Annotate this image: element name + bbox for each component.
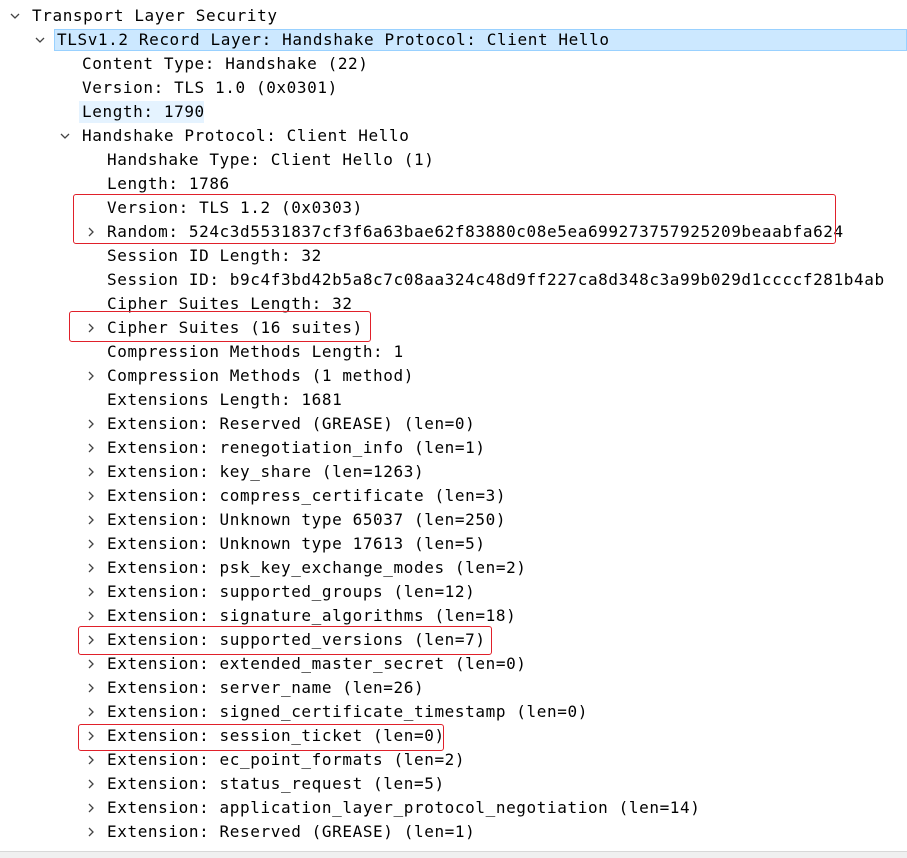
chevron-right-icon[interactable] — [84, 460, 98, 484]
tree-row-handshake-protocol[interactable]: Handshake Protocol: Client Hello — [0, 124, 907, 148]
tree-row-handshake-field[interactable]: Extension: session_ticket (len=0) — [0, 724, 907, 748]
tree-label: Extension: renegotiation_info (len=1) — [107, 438, 486, 457]
tree-row-tls[interactable]: Transport Layer Security — [0, 4, 907, 28]
tree-row-handshake-field[interactable]: Extension: server_name (len=26) — [0, 676, 907, 700]
tree-label: Extension: extended_master_secret (len=0… — [107, 654, 527, 673]
chevron-right-icon[interactable] — [84, 316, 98, 340]
chevron-right-icon[interactable] — [84, 700, 98, 724]
tree-row-handshake-field[interactable]: Extension: Unknown type 17613 (len=5) — [0, 532, 907, 556]
tree-label: Compression Methods (1 method) — [107, 366, 414, 385]
tree-row-handshake-field[interactable]: Extension: Reserved (GREASE) (len=0) — [0, 412, 907, 436]
tree-label: Session ID Length: 32 — [107, 246, 322, 265]
tree-row-handshake-field[interactable]: Length: 1786 — [0, 172, 907, 196]
tree-row-handshake-field[interactable]: Extension: supported_groups (len=12) — [0, 580, 907, 604]
tree-row-handshake-field[interactable]: Extension: signature_algorithms (len=18) — [0, 604, 907, 628]
tree-row-handshake-field[interactable]: Extension: application_layer_protocol_ne… — [0, 796, 907, 820]
chevron-right-icon[interactable] — [84, 580, 98, 604]
chevron-down-icon[interactable] — [33, 28, 47, 52]
tree-row-handshake-field[interactable]: Extension: renegotiation_info (len=1) — [0, 436, 907, 460]
tree-row-handshake-field[interactable]: Extension: key_share (len=1263) — [0, 460, 907, 484]
tree-label: Extension: signed_certificate_timestamp … — [107, 702, 588, 721]
tree-row-handshake-field[interactable]: Session ID: b9c4f3bd42b5a8c7c08aa324c48d… — [0, 268, 907, 292]
tree-row-handshake-field[interactable]: Extension: compress_certificate (len=3) — [0, 484, 907, 508]
tree-label: Length: 1790 — [82, 102, 205, 121]
chevron-right-icon[interactable] — [84, 508, 98, 532]
tree-label: Extension: server_name (len=26) — [107, 678, 425, 697]
tree-row-record-layer[interactable]: TLSv1.2 Record Layer: Handshake Protocol… — [0, 28, 907, 52]
chevron-right-icon[interactable] — [84, 532, 98, 556]
tree-row-handshake-field[interactable]: Compression Methods Length: 1 — [0, 340, 907, 364]
chevron-right-icon[interactable] — [84, 364, 98, 388]
tree-label: Extension: ec_point_formats (len=2) — [107, 750, 466, 769]
tree-label: Extension: Reserved (GREASE) (len=0) — [107, 414, 476, 433]
tree-row-handshake-field[interactable]: Extension: status_request (len=5) — [0, 772, 907, 796]
tree-row-handshake-field[interactable]: Extension: Unknown type 65037 (len=250) — [0, 508, 907, 532]
chevron-right-icon[interactable] — [84, 820, 98, 844]
tree-row-handshake-field[interactable]: Extensions Length: 1681 — [0, 388, 907, 412]
tree-label: Cipher Suites Length: 32 — [107, 294, 353, 313]
tree-label: TLSv1.2 Record Layer: Handshake Protocol… — [57, 30, 610, 49]
chevron-right-icon[interactable] — [84, 796, 98, 820]
chevron-right-icon[interactable] — [84, 772, 98, 796]
tree-row-handshake-field[interactable]: Extension: extended_master_secret (len=0… — [0, 652, 907, 676]
tree-label: Extension: session_ticket (len=0) — [107, 726, 445, 745]
tree-label: Extension: Reserved (GREASE) (len=1) — [107, 822, 476, 841]
tree-label: Transport Layer Security — [32, 6, 278, 25]
chevron-right-icon[interactable] — [84, 748, 98, 772]
tree-row-handshake-field[interactable]: Cipher Suites (16 suites) — [0, 316, 907, 340]
tree-label: Handshake Type: Client Hello (1) — [107, 150, 435, 169]
chevron-right-icon[interactable] — [84, 436, 98, 460]
tree-label: Extension: supported_groups (len=12) — [107, 582, 476, 601]
tree-label: Compression Methods Length: 1 — [107, 342, 404, 361]
chevron-right-icon[interactable] — [84, 652, 98, 676]
chevron-right-icon[interactable] — [84, 628, 98, 652]
clipped-previous-row — [0, 0, 907, 2]
tree-label: Extension: status_request (len=5) — [107, 774, 445, 793]
tree-row-record-version[interactable]: Version: TLS 1.0 (0x0301) — [0, 76, 907, 100]
tree-label: Random: 524c3d5531837cf3f6a63bae62f83880… — [107, 222, 844, 241]
tree-row-handshake-field[interactable]: Handshake Type: Client Hello (1) — [0, 148, 907, 172]
tree-row-handshake-field[interactable]: Extension: psk_key_exchange_modes (len=2… — [0, 556, 907, 580]
tree-row-handshake-field[interactable]: Extension: ec_point_formats (len=2) — [0, 748, 907, 772]
tree-label: Content Type: Handshake (22) — [82, 54, 369, 73]
chevron-down-icon[interactable] — [8, 4, 22, 28]
tree-row-handshake-field[interactable]: Extension: signed_certificate_timestamp … — [0, 700, 907, 724]
tree-label: Version: TLS 1.2 (0x0303) — [107, 198, 363, 217]
tree-label: Cipher Suites (16 suites) — [107, 318, 363, 337]
chevron-down-icon[interactable] — [58, 124, 72, 148]
tree-row-handshake-field[interactable]: Cipher Suites Length: 32 — [0, 292, 907, 316]
tree-label: Extension: compress_certificate (len=3) — [107, 486, 507, 505]
tree-label: Extension: application_layer_protocol_ne… — [107, 798, 701, 817]
tree-label: Length: 1786 — [107, 174, 230, 193]
tree-row-handshake-field[interactable]: Extension: Reserved (GREASE) (len=1) — [0, 820, 907, 844]
tree-row-record-length[interactable]: Length: 1790 — [0, 100, 907, 124]
tree-label: Extension: supported_versions (len=7) — [107, 630, 486, 649]
tree-label: Version: TLS 1.0 (0x0301) — [82, 78, 338, 97]
tree-row-handshake-field[interactable]: Session ID Length: 32 — [0, 244, 907, 268]
tree-row-handshake-field[interactable]: Random: 524c3d5531837cf3f6a63bae62f83880… — [0, 220, 907, 244]
tree-label: Handshake Protocol: Client Hello — [82, 126, 410, 145]
tree-label: Extensions Length: 1681 — [107, 390, 343, 409]
chevron-right-icon[interactable] — [84, 412, 98, 436]
tree-row-handshake-field[interactable]: Extension: supported_versions (len=7) — [0, 628, 907, 652]
tree-label: Extension: psk_key_exchange_modes (len=2… — [107, 558, 527, 577]
tree-label: Extension: Unknown type 65037 (len=250) — [107, 510, 507, 529]
chevron-right-icon[interactable] — [84, 484, 98, 508]
chevron-right-icon[interactable] — [84, 676, 98, 700]
packet-details-tree: Transport Layer Security TLSv1.2 Record … — [0, 4, 907, 844]
chevron-right-icon[interactable] — [84, 220, 98, 244]
tree-label: Extension: signature_algorithms (len=18) — [107, 606, 517, 625]
chevron-right-icon[interactable] — [84, 724, 98, 748]
tree-label: Extension: Unknown type 17613 (len=5) — [107, 534, 486, 553]
tree-row-handshake-field[interactable]: Version: TLS 1.2 (0x0303) — [0, 196, 907, 220]
tree-row-content-type[interactable]: Content Type: Handshake (22) — [0, 52, 907, 76]
tree-row-handshake-field[interactable]: Compression Methods (1 method) — [0, 364, 907, 388]
chevron-right-icon[interactable] — [84, 604, 98, 628]
tree-label: Extension: key_share (len=1263) — [107, 462, 425, 481]
tree-label: Session ID: b9c4f3bd42b5a8c7c08aa324c48d… — [107, 270, 885, 289]
chevron-right-icon[interactable] — [84, 556, 98, 580]
